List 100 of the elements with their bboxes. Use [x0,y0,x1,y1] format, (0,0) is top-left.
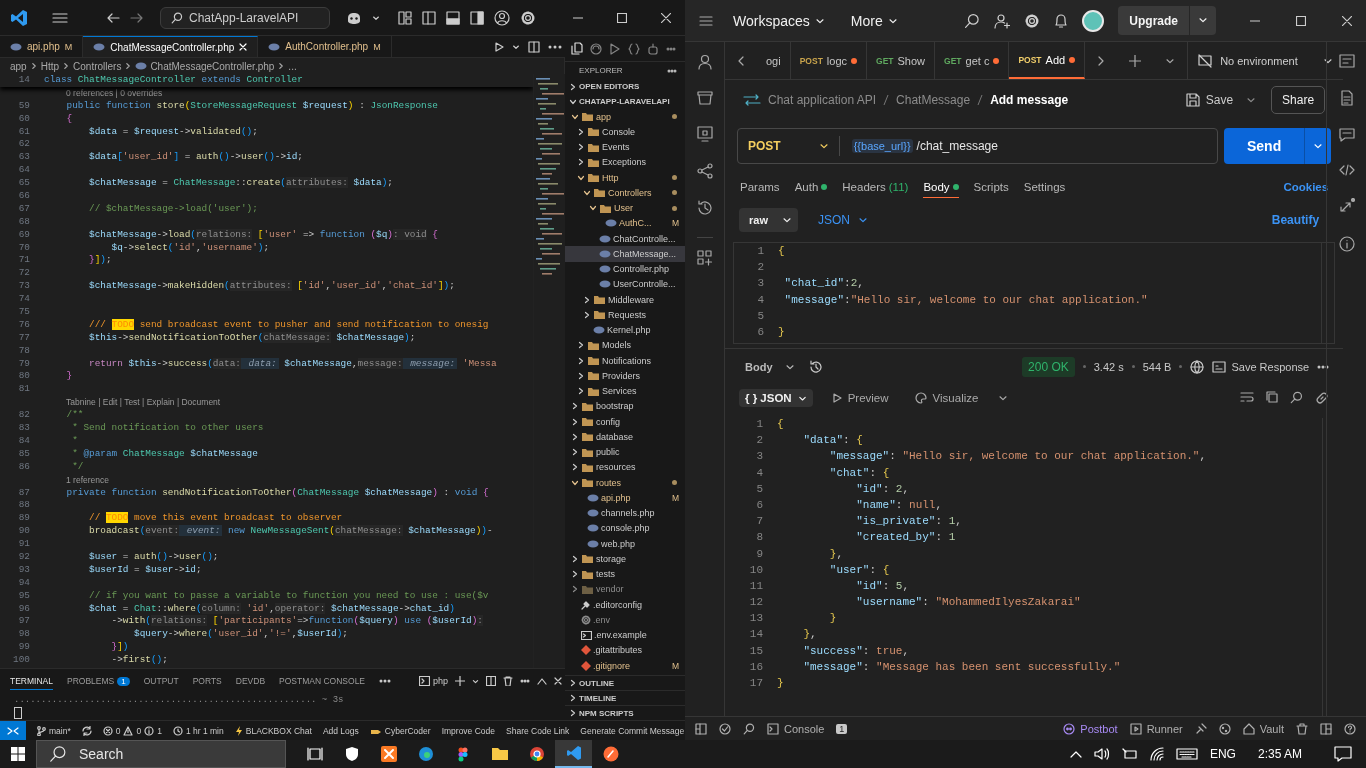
file-tree-item[interactable]: database [565,429,685,445]
file-tree-item[interactable]: Console [565,124,685,140]
status-item[interactable]: CyberCoder [369,725,431,736]
file-tree-item[interactable]: routes [565,475,685,491]
environment-icon[interactable] [696,126,713,142]
breadcrumb-item[interactable]: Chat application API [768,93,877,107]
file-tree-item[interactable]: resources [565,459,685,475]
two-pane-icon[interactable] [1320,722,1332,735]
copilot-icon[interactable] [346,10,362,25]
request-tab[interactable]: Headers (11) [842,177,909,197]
share-button[interactable]: Share [1271,86,1326,114]
plus-icon[interactable] [455,676,466,686]
response-view-tab[interactable]: Preview [826,389,895,407]
explorer-section-header[interactable]: OPEN EDITORS [565,79,685,94]
file-tree-item[interactable]: public [565,444,685,460]
file-tree-item[interactable]: Exceptions [565,154,685,170]
request-tab[interactable]: ogi [757,42,791,79]
panel-tab[interactable]: DEVDB [235,673,266,689]
back-arrow-icon[interactable] [106,11,120,24]
breadcrumb-item[interactable]: ChatMessage [896,93,971,107]
console-button[interactable]: Console [767,722,825,735]
footer-button[interactable]: Runner [1129,722,1183,735]
file-tree-item[interactable]: .env.example [565,627,685,643]
breadcrumb-item[interactable]: ... [288,60,297,72]
file-tree-item[interactable]: bootstrap [565,398,685,414]
request-tab[interactable]: Auth [794,177,828,197]
beautify-link[interactable]: Beautify [1271,213,1320,227]
search-icon[interactable] [49,745,67,763]
api-panel-icon[interactable] [1338,54,1355,68]
upgrade-button[interactable]: Upgrade [1118,6,1189,35]
braces-icon[interactable] [628,42,640,55]
file-tree-item[interactable]: .editorconfig [565,597,685,613]
more-icon[interactable] [667,67,677,74]
caret-icon[interactable] [858,215,868,225]
footer-button[interactable]: Postbot [1063,722,1118,735]
request-tab[interactable]: POST Add [1009,42,1086,79]
wrap-icon[interactable] [1240,391,1255,403]
panel-icon[interactable] [446,10,460,25]
file-tree-item[interactable]: ChatMessage... [565,246,685,262]
history-icon[interactable] [696,200,713,216]
file-tree-item[interactable]: Http [565,170,685,186]
file-tree-item[interactable]: .env [565,612,685,628]
chevron-left-icon[interactable] [737,55,745,66]
panel-tab[interactable]: TERMINAL [10,672,53,690]
file-tree-item[interactable]: app [565,109,685,125]
split-editor-icon[interactable] [528,40,541,53]
menu-button[interactable]: Workspaces [727,12,831,29]
search-icon[interactable] [964,12,981,29]
file-tree-item[interactable]: .gitattributes [565,642,685,658]
panel-tab[interactable]: PROBLEMS 1 [67,673,130,689]
breadcrumb-item[interactable]: app [10,60,27,72]
request-tab[interactable]: GET Show [867,42,936,79]
caret-icon[interactable] [818,141,829,151]
collections-icon[interactable] [696,91,713,105]
file-tree-item[interactable]: Providers [565,368,685,384]
format-select[interactable]: JSON [811,212,874,228]
remote-icon[interactable] [590,42,602,55]
caret-icon[interactable] [1313,141,1324,151]
file-tree-item[interactable]: Events [565,139,685,155]
check-icon[interactable] [719,722,731,735]
more-icon[interactable] [1317,363,1330,370]
caret-icon[interactable] [512,42,521,51]
code-lens[interactable]: Tabnine | Edit | Test | Explain | Document [44,396,534,410]
method-select[interactable]: POST [738,136,840,156]
file-tree-item[interactable]: Middleware [565,292,685,308]
split-icon[interactable] [486,676,497,686]
menu-button[interactable]: More [844,12,904,29]
breadcrumb-item[interactable]: Http [40,60,60,72]
file-tree-item[interactable]: UserControlle... [565,276,685,292]
file-tree-item[interactable]: User [565,200,685,216]
cookies-link[interactable]: Cookies [1283,181,1329,193]
link-icon[interactable] [1315,391,1330,405]
history-icon[interactable] [808,359,823,374]
code-lens[interactable]: 0 references | 0 overrides [44,86,534,100]
invite-user-icon[interactable] [994,12,1011,29]
sidebar-icon[interactable] [422,10,436,25]
search-icon[interactable] [1290,391,1304,404]
layout-icon[interactable] [398,10,412,25]
caret-icon[interactable] [781,215,792,225]
globe-icon[interactable] [1190,359,1205,374]
comment-icon[interactable] [1338,128,1355,142]
settings-icon[interactable] [520,9,536,26]
code-icon[interactable] [1338,164,1355,176]
layout-icon[interactable] [695,722,707,735]
menu-icon[interactable] [52,11,68,24]
clock[interactable]: 2:35 AM [1257,747,1302,761]
request-tab[interactable]: GET get c [935,42,1010,79]
problems-status[interactable]: 0 0 1 [102,725,162,736]
file-tree-item[interactable]: Controller.php [565,261,685,277]
search-icon[interactable] [743,722,755,735]
file-tree-item[interactable]: tests [565,566,685,582]
status-item[interactable]: Improve Code [441,725,495,736]
run-icon[interactable] [494,41,505,52]
file-tree-item[interactable]: console.php [565,520,685,536]
caret-icon[interactable] [372,13,380,22]
robot-icon[interactable] [647,42,659,55]
save-button[interactable]: Save [1179,92,1240,108]
file-tree-item[interactable]: Controllers [565,185,685,201]
notifications-icon[interactable] [1334,746,1352,762]
request-tab[interactable]: Params [740,177,780,197]
